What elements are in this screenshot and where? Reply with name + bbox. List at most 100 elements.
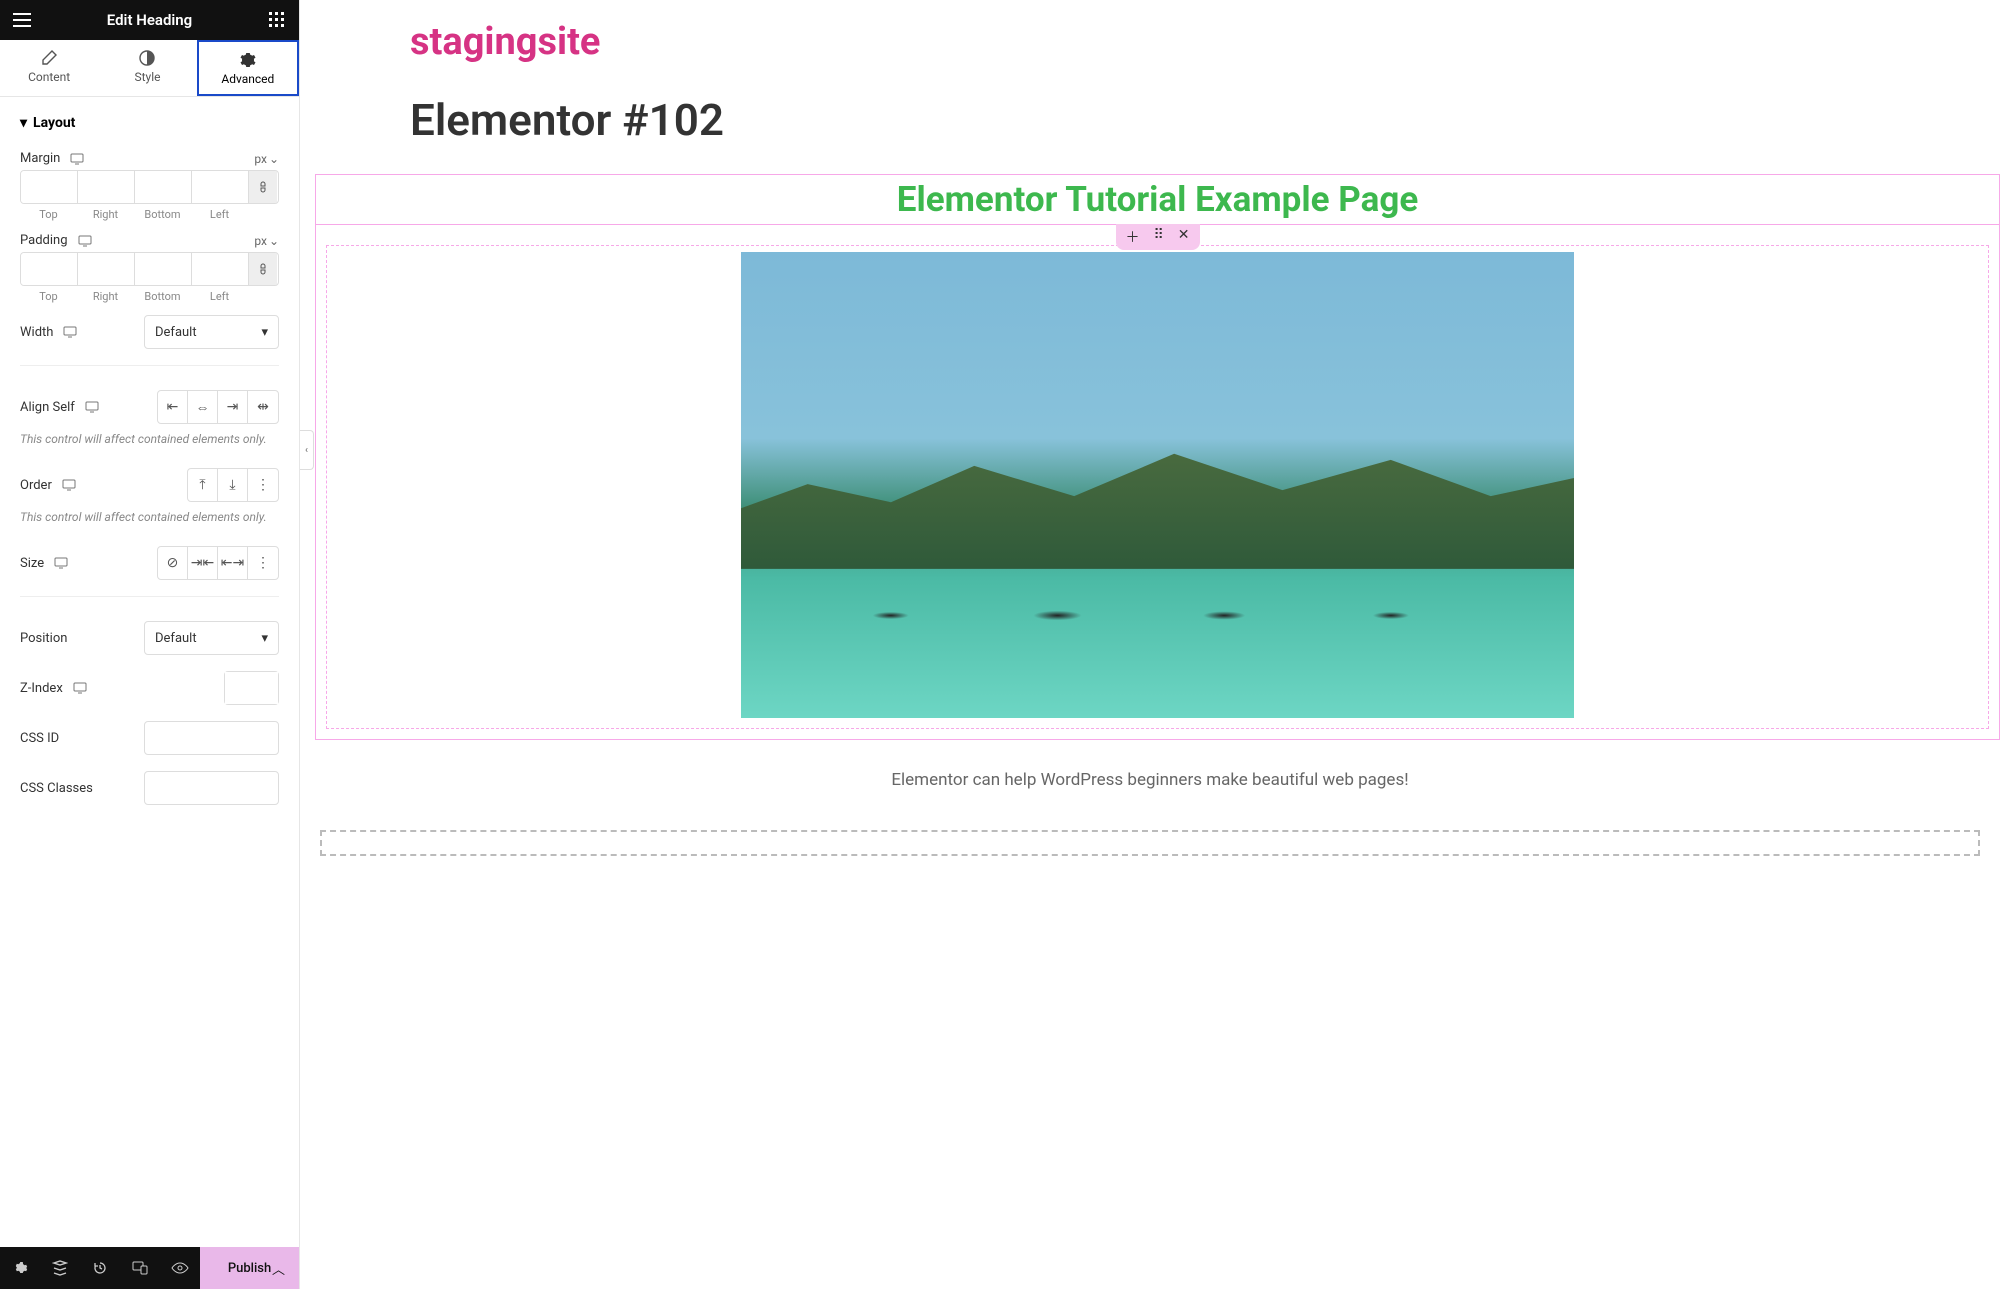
align-center-button[interactable]: ⇔ bbox=[188, 391, 218, 423]
order-more-button[interactable]: ⋮ bbox=[248, 469, 278, 501]
order-helper: This control will affect contained eleme… bbox=[20, 506, 279, 534]
css-id-input-wrap bbox=[144, 721, 279, 755]
css-classes-label: CSS Classes bbox=[20, 781, 93, 796]
site-title[interactable]: stagingsite bbox=[410, 20, 2000, 64]
css-id-label: CSS ID bbox=[20, 731, 59, 746]
editor-canvas[interactable]: stagingsite Elementor #102 Elementor Tut… bbox=[300, 0, 2000, 1289]
chevron-down-icon: ⌄ bbox=[269, 152, 279, 166]
heading-element[interactable]: Elementor Tutorial Example Page bbox=[316, 175, 1999, 224]
padding-inputs bbox=[20, 252, 279, 286]
separator bbox=[20, 365, 279, 366]
tab-advanced[interactable]: Advanced bbox=[197, 40, 299, 96]
responsive-desktop-icon[interactable] bbox=[78, 235, 92, 247]
editor-sidebar: Edit Heading Content Style Advanced ▾ La… bbox=[0, 0, 300, 1289]
drag-section-icon[interactable]: ⠿ bbox=[1154, 227, 1164, 247]
responsive-desktop-icon[interactable] bbox=[70, 153, 84, 165]
order-first-button[interactable]: ⤒ bbox=[188, 469, 218, 501]
align-end-button[interactable]: ⇥ bbox=[218, 391, 248, 423]
caption-text[interactable]: Elementor can help WordPress beginners m… bbox=[300, 740, 2000, 810]
align-self-buttons: ⇤ ⇔ ⇥ ⇹ bbox=[157, 390, 279, 424]
tab-content[interactable]: Content bbox=[0, 40, 98, 96]
size-none-button[interactable]: ⊘ bbox=[158, 547, 188, 579]
navigator-icon[interactable] bbox=[40, 1247, 80, 1289]
responsive-desktop-icon[interactable] bbox=[63, 326, 77, 338]
caret-down-icon: ▾ bbox=[261, 325, 268, 340]
control-width: Width Default▾ bbox=[20, 303, 279, 353]
preview-icon[interactable] bbox=[160, 1247, 200, 1289]
padding-left-input[interactable] bbox=[192, 253, 249, 285]
align-start-button[interactable]: ⇤ bbox=[158, 391, 188, 423]
publish-button[interactable]: Publish ︿ bbox=[200, 1247, 299, 1289]
css-classes-input-wrap bbox=[144, 771, 279, 805]
image-section[interactable]: ＋ ⠿ ✕ bbox=[315, 224, 2000, 740]
responsive-desktop-icon[interactable] bbox=[73, 682, 87, 694]
control-align-self: Align Self ⇤ ⇔ ⇥ ⇹ bbox=[20, 378, 279, 428]
position-label: Position bbox=[20, 631, 67, 646]
position-select[interactable]: Default▾ bbox=[144, 621, 279, 655]
css-id-input[interactable] bbox=[145, 722, 299, 754]
responsive-desktop-icon[interactable] bbox=[85, 401, 99, 413]
section-layout-toggle[interactable]: ▾ Layout bbox=[20, 97, 279, 139]
order-last-button[interactable]: ⤓ bbox=[218, 469, 248, 501]
padding-label: Padding bbox=[20, 233, 68, 248]
panel-tabs: Content Style Advanced bbox=[0, 40, 299, 97]
control-size: Size ⊘ ⇥⇤ ⇤⇥ ⋮ bbox=[20, 534, 279, 584]
panel-collapse-handle[interactable]: ‹ bbox=[300, 430, 314, 470]
zindex-input[interactable] bbox=[225, 672, 278, 704]
control-css-id: CSS ID bbox=[20, 709, 279, 759]
panel-title: Edit Heading bbox=[107, 11, 192, 29]
padding-right-input[interactable] bbox=[78, 253, 135, 285]
size-grow-button[interactable]: ⇥⇤ bbox=[188, 547, 218, 579]
align-self-helper: This control will affect contained eleme… bbox=[20, 428, 279, 456]
size-buttons: ⊘ ⇥⇤ ⇤⇥ ⋮ bbox=[157, 546, 279, 580]
responsive-desktop-icon[interactable] bbox=[62, 479, 76, 491]
add-new-section-dropzone[interactable] bbox=[320, 830, 1980, 856]
responsive-icon[interactable] bbox=[120, 1247, 160, 1289]
history-icon[interactable] bbox=[80, 1247, 120, 1289]
delete-section-icon[interactable]: ✕ bbox=[1178, 227, 1190, 247]
margin-left-input[interactable] bbox=[192, 171, 249, 203]
align-self-label: Align Self bbox=[20, 400, 75, 415]
separator bbox=[20, 596, 279, 597]
publish-label: Publish bbox=[228, 1261, 271, 1276]
control-position: Position Default▾ bbox=[20, 609, 279, 659]
tab-style[interactable]: Style bbox=[98, 40, 196, 96]
chevron-up-icon: ︿ bbox=[272, 1259, 285, 1278]
heading-section[interactable]: Elementor Tutorial Example Page bbox=[315, 174, 2000, 225]
margin-bottom-input[interactable] bbox=[135, 171, 192, 203]
page-title: Elementor #102 bbox=[410, 94, 2000, 146]
responsive-desktop-icon[interactable] bbox=[54, 557, 68, 569]
size-more-button[interactable]: ⋮ bbox=[248, 547, 278, 579]
margin-side-labels: Top Right Bottom Left bbox=[20, 208, 279, 221]
margin-link-toggle[interactable] bbox=[249, 171, 277, 203]
control-zindex: Z-Index bbox=[20, 659, 279, 709]
margin-top-input[interactable] bbox=[21, 171, 78, 203]
image-element[interactable] bbox=[741, 252, 1574, 718]
size-shrink-button[interactable]: ⇤⇥ bbox=[218, 547, 248, 579]
hamburger-menu-icon[interactable] bbox=[10, 8, 34, 32]
caret-down-icon: ▾ bbox=[261, 631, 268, 646]
control-margin: Margin px ⌄ bbox=[20, 139, 279, 170]
margin-inputs bbox=[20, 170, 279, 204]
add-section-icon[interactable]: ＋ bbox=[1126, 227, 1140, 247]
controls-panel: ▾ Layout Margin px ⌄ Top Right Bottom Le… bbox=[0, 97, 299, 1247]
tab-advanced-label: Advanced bbox=[221, 72, 274, 86]
padding-unit-select[interactable]: px ⌄ bbox=[254, 234, 279, 248]
zindex-label: Z-Index bbox=[20, 681, 63, 696]
caret-down-icon: ▾ bbox=[20, 115, 27, 131]
align-stretch-button[interactable]: ⇹ bbox=[248, 391, 278, 423]
padding-top-input[interactable] bbox=[21, 253, 78, 285]
padding-bottom-input[interactable] bbox=[135, 253, 192, 285]
margin-unit-select[interactable]: px ⌄ bbox=[254, 152, 279, 166]
apps-grid-icon[interactable] bbox=[265, 8, 289, 32]
margin-right-input[interactable] bbox=[78, 171, 135, 203]
css-classes-input[interactable] bbox=[145, 772, 299, 804]
sidebar-footer: Publish ︿ bbox=[0, 1247, 299, 1289]
control-css-classes: CSS Classes bbox=[20, 759, 279, 809]
chevron-down-icon: ⌄ bbox=[269, 234, 279, 248]
settings-icon[interactable] bbox=[0, 1247, 40, 1289]
zindex-input-wrap bbox=[224, 671, 279, 705]
padding-link-toggle[interactable] bbox=[249, 253, 277, 285]
width-select[interactable]: Default▾ bbox=[144, 315, 279, 349]
image-widget-wrapper[interactable] bbox=[326, 245, 1989, 729]
